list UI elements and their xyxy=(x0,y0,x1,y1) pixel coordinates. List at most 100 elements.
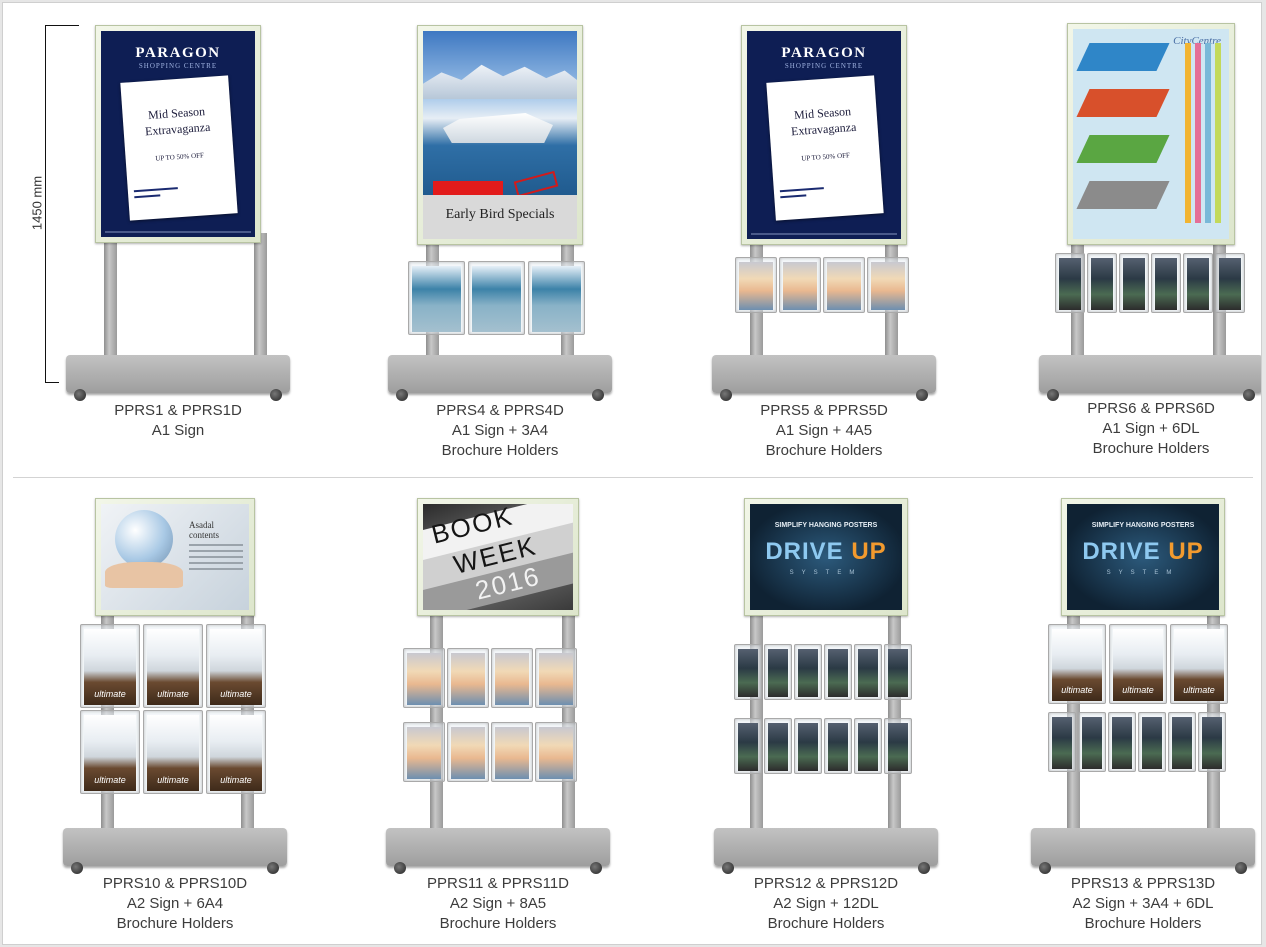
brochure-holder-a4: ultimate xyxy=(80,710,140,794)
product-pprs1[interactable]: PARAGON SHOPPING CENTRE Mid Season Extra… xyxy=(48,23,308,441)
brochure-holder-a4 xyxy=(468,261,525,335)
brochure-holder-dl xyxy=(884,644,912,700)
product-pprs6[interactable]: CityCentre PPRS6 & PPRS6D A1 Sign + 6DL … xyxy=(1021,23,1261,459)
brochure-holder-a5 xyxy=(491,722,533,782)
height-dimension-line xyxy=(45,25,46,382)
product-catalog: 1450 mm PARAGON SHOPPING CENTRE Mid Seas… xyxy=(2,2,1262,945)
brochure-holder-dl xyxy=(1055,253,1085,313)
globe-image xyxy=(115,510,173,568)
row-divider xyxy=(13,477,1253,478)
sign-frame: SIMPLIFY HANGING POSTERS DRIVE UP SYSTEM xyxy=(744,498,908,616)
product-pprs10[interactable]: Asadal contents ultimate ultimate ultima… xyxy=(45,496,305,934)
poster-paragon: PARAGON SHOPPING CENTRE Mid Season Extra… xyxy=(747,31,901,239)
wheel xyxy=(1047,389,1059,401)
stand-illustration: CityCentre xyxy=(1031,23,1261,401)
stand-illustration: PARAGON SHOPPING CENTRE Mid Season Extra… xyxy=(704,23,944,401)
wheel xyxy=(270,389,282,401)
brochure-holder-dl xyxy=(1151,253,1181,313)
brochure-holder-a5 xyxy=(403,722,445,782)
brochure-holder-dl xyxy=(824,718,852,774)
poster-globe: Asadal contents xyxy=(101,504,249,610)
wheel xyxy=(394,862,406,874)
stand-illustration: SIMPLIFY HANGING POSTERS DRIVE UP SYSTEM xyxy=(706,496,946,874)
stand-base xyxy=(63,828,287,874)
product-pprs11[interactable]: BOOK WEEK 2016 PPRS11 & PPRS11D A2 Sign … xyxy=(368,496,628,934)
product-caption: PPRS10 & PPRS10D A2 Sign + 6A4 Brochure … xyxy=(102,875,248,932)
wheel xyxy=(916,389,928,401)
brochure-holder-a5 xyxy=(447,648,489,708)
product-pprs5[interactable]: PARAGON SHOPPING CENTRE Mid Season Extra… xyxy=(694,23,954,461)
product-caption: PPRS6 & PPRS6D A1 Sign + 6DL Brochure Ho… xyxy=(1087,400,1215,457)
brochure-holder-a4: ultimate xyxy=(206,624,266,708)
stand-leg-left xyxy=(430,606,443,836)
brochure-holder-dl xyxy=(764,644,792,700)
brochure-holder-a4: ultimate xyxy=(1048,624,1106,704)
brochure-holder-dl xyxy=(1078,712,1106,772)
poster-system-text: SYSTEM xyxy=(1106,570,1180,576)
product-caption: PPRS13 & PPRS13D A2 Sign + 3A4 + 6DL Bro… xyxy=(1070,875,1216,932)
height-dimension-label: 1450 mm xyxy=(29,175,45,231)
stand-base xyxy=(1039,355,1261,401)
stand-leg-left xyxy=(104,233,117,363)
promo-offer: UP TO 50% OFF xyxy=(155,151,205,163)
brochure-holder-dl xyxy=(1108,712,1136,772)
stand-leg-right xyxy=(254,233,267,363)
poster-tagline: SIMPLIFY HANGING POSTERS xyxy=(1091,522,1195,529)
brochure-holder-a4 xyxy=(528,261,585,335)
wheel xyxy=(1243,389,1255,401)
poster-title: Early Bird Specials xyxy=(445,207,555,222)
product-caption: PPRS4 & PPRS4D A1 Sign + 3A4 Brochure Ho… xyxy=(436,402,564,459)
brochure-holder-dl xyxy=(734,644,762,700)
stand-leg-right xyxy=(562,606,575,836)
sign-frame: Asadal contents xyxy=(95,498,255,616)
wheel xyxy=(71,862,83,874)
stand-base xyxy=(1031,828,1255,874)
sign-frame: PARAGON SHOPPING CENTRE Mid Season Extra… xyxy=(95,25,261,243)
paragon-logo: PARAGON SHOPPING CENTRE xyxy=(781,45,867,70)
sign-frame: Early Bird Specials xyxy=(417,25,583,245)
stand-illustration: SIMPLIFY HANGING POSTERS DRIVE UP SYSTEM… xyxy=(1023,496,1261,874)
brochure-holder-a4: ultimate xyxy=(143,624,203,708)
brochure-holder-a5 xyxy=(491,648,533,708)
product-caption: PPRS12 & PPRS12D A2 Sign + 12DL Brochure… xyxy=(753,875,899,932)
brochure-holder-a4: ultimate xyxy=(1170,624,1228,704)
brochure-holder-a5 xyxy=(535,722,577,782)
stand-base xyxy=(388,355,612,401)
brochure-holder-a5 xyxy=(403,648,445,708)
brochure-holder-dl xyxy=(734,718,762,774)
brochure-holder-dl xyxy=(854,644,882,700)
brochure-holder-a4: ultimate xyxy=(206,710,266,794)
wheel xyxy=(918,862,930,874)
brochure-holder-a5 xyxy=(823,257,865,313)
wheel xyxy=(1235,862,1247,874)
brochure-holder-dl xyxy=(854,718,882,774)
paragon-promo-card: Mid Season Extravaganza UP TO 50% OFF xyxy=(766,75,884,221)
wheel xyxy=(592,389,604,401)
brochure-holder-dl xyxy=(824,644,852,700)
brochure-holder-a4: ultimate xyxy=(80,624,140,708)
sign-frame: CityCentre xyxy=(1067,23,1235,245)
paragon-logo: PARAGON SHOPPING CENTRE xyxy=(135,45,221,70)
brochure-holder-dl xyxy=(1087,253,1117,313)
poster-paragon: PARAGON SHOPPING CENTRE Mid Season Extra… xyxy=(101,31,255,237)
product-pprs12[interactable]: SIMPLIFY HANGING POSTERS DRIVE UP SYSTEM xyxy=(696,496,956,934)
brochure-holder-dl xyxy=(1168,712,1196,772)
brochure-holder-a5 xyxy=(735,257,777,313)
brochure-holder-dl xyxy=(884,718,912,774)
wheel xyxy=(722,862,734,874)
product-caption: PPRS1 & PPRS1D A1 Sign xyxy=(114,402,242,439)
promo-offer: UP TO 50% OFF xyxy=(801,151,851,163)
product-pprs13[interactable]: SIMPLIFY HANGING POSTERS DRIVE UP SYSTEM… xyxy=(1013,496,1261,934)
poster-tagline: SIMPLIFY HANGING POSTERS xyxy=(774,522,878,529)
sign-frame: PARAGON SHOPPING CENTRE Mid Season Extra… xyxy=(741,25,907,245)
poster-drive-up: SIMPLIFY HANGING POSTERS DRIVE UP SYSTEM xyxy=(750,504,902,610)
product-pprs4[interactable]: Early Bird Specials PPRS4 & PPRS4D A1 Si… xyxy=(370,23,630,461)
product-caption: PPRS11 & PPRS11D A2 Sign + 8A5 Brochure … xyxy=(426,875,569,932)
promo-headline: Mid Season Extravaganza xyxy=(144,104,211,139)
wheel xyxy=(720,389,732,401)
brochure-holder-a5 xyxy=(447,722,489,782)
wheel xyxy=(267,862,279,874)
stand-base xyxy=(66,355,290,401)
drive-up-logo: DRIVE UP xyxy=(1082,538,1204,565)
brochure-holder-dl xyxy=(1183,253,1213,313)
